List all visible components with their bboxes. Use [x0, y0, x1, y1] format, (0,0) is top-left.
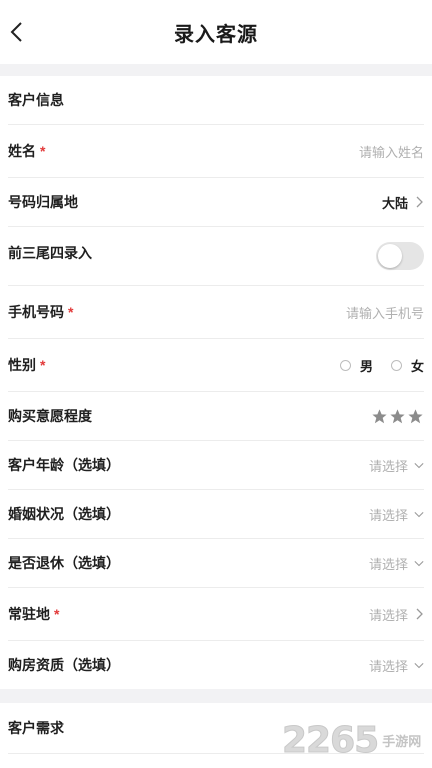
watermark: 2265 手游网 [281, 712, 432, 768]
star-icon[interactable] [371, 408, 388, 425]
name-label: 姓名 [8, 143, 36, 159]
residence-select[interactable]: 请选择 [369, 605, 408, 624]
required-mark: * [54, 606, 60, 622]
phone-region-value: 大陆 [381, 195, 408, 211]
section-gap [0, 689, 432, 703]
age-label: 客户年龄（选填） [8, 457, 120, 473]
retired-label: 是否退休（选填） [8, 555, 120, 571]
nav-bar: 录入客源 [0, 0, 432, 64]
retired-field[interactable]: 是否退休（选填） 请选择 [0, 539, 432, 587]
section-gap [0, 64, 432, 76]
page-title: 录入客源 [174, 24, 258, 46]
required-mark: * [40, 143, 46, 159]
watermark-text: 手游网 [382, 733, 422, 749]
chevron-down-icon [414, 462, 424, 469]
purchase-intent-field: 购买意愿程度 [0, 392, 432, 440]
chevron-right-icon [416, 196, 423, 208]
phone-input[interactable]: 请输入手机号 [346, 303, 424, 322]
required-mark: * [68, 304, 74, 320]
chevron-down-icon [414, 511, 424, 518]
chevron-down-icon [414, 560, 424, 567]
section-title: 客户信息 [8, 92, 64, 108]
residence-label: 常驻地 [8, 606, 50, 622]
phone-region-label: 号码归属地 [8, 194, 78, 210]
watermark-number: 2265 [281, 719, 379, 761]
chevron-right-icon [416, 608, 423, 620]
required-mark: * [40, 357, 46, 373]
partial-entry-label: 前三尾四录入 [8, 245, 92, 261]
phone-label: 手机号码 [8, 304, 64, 320]
section-title: 客户需求 [8, 720, 64, 736]
star-icon[interactable] [389, 408, 406, 425]
gender-field: 性别 * 男 女 [0, 339, 432, 391]
purchase-intent-label: 购买意愿程度 [8, 408, 92, 424]
gender-label: 性别 [8, 357, 36, 373]
age-field[interactable]: 客户年龄（选填） 请选择 [0, 441, 432, 489]
name-input[interactable]: 请输入姓名 [359, 142, 424, 161]
qualification-select[interactable]: 请选择 [369, 656, 408, 675]
gender-male-label[interactable]: 男 [360, 356, 373, 375]
residence-field[interactable]: 常驻地 * 请选择 [0, 588, 432, 640]
gender-female-radio[interactable] [390, 359, 402, 371]
name-field[interactable]: 姓名 * 请输入姓名 [0, 125, 432, 177]
toggle-knob [378, 244, 402, 268]
partial-entry-field: 前三尾四录入 [0, 227, 432, 285]
age-select[interactable]: 请选择 [369, 456, 408, 475]
phone-field[interactable]: 手机号码 * 请输入手机号 [0, 286, 432, 338]
retired-select[interactable]: 请选择 [369, 554, 408, 573]
phone-region-field[interactable]: 号码归属地 大陆 [0, 178, 432, 226]
marital-label: 婚姻状况（选填） [8, 506, 120, 522]
gender-male-radio[interactable] [339, 359, 351, 371]
qualification-field[interactable]: 购房资质（选填） 请选择 [0, 641, 432, 689]
star-icon[interactable] [407, 408, 424, 425]
marital-field[interactable]: 婚姻状况（选填） 请选择 [0, 490, 432, 538]
section-header-customer-info: 客户信息 [0, 76, 432, 124]
chevron-down-icon [414, 662, 424, 669]
partial-entry-toggle[interactable] [376, 242, 424, 270]
gender-female-label[interactable]: 女 [411, 356, 424, 375]
qualification-label: 购房资质（选填） [8, 657, 120, 673]
marital-select[interactable]: 请选择 [369, 505, 408, 524]
rating-stars[interactable] [370, 408, 424, 425]
